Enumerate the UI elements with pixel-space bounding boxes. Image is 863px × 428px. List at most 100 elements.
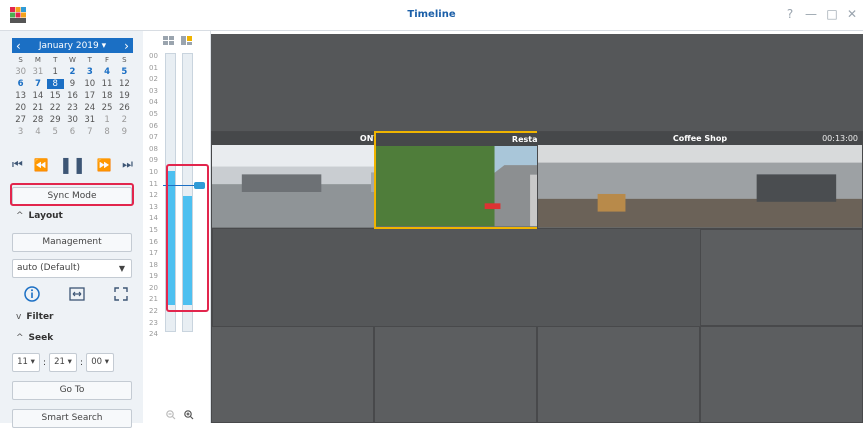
calendar-day[interactable]: 2	[116, 115, 133, 125]
calendar-day[interactable]: 25	[98, 103, 115, 113]
calendar-day[interactable]: 16	[64, 91, 81, 101]
calendar-day[interactable]: 21	[29, 103, 46, 113]
calendar-day[interactable]: 29	[47, 115, 64, 125]
left-panel: ‹ January 2019 ▾ › S M T W T F S 30 31 1 2 3 4 5 6 7 8 9 1…	[0, 31, 143, 428]
empty-camera-tile[interactable]	[374, 325, 537, 423]
filter-section-label: Filter	[26, 312, 54, 322]
close-button[interactable]: ✕	[845, 7, 859, 21]
rewind-icon[interactable]: ⏪	[33, 158, 48, 172]
camera-tile[interactable]: Coffee Shop 00:13:00	[537, 131, 863, 229]
empty-camera-tile[interactable]	[700, 228, 863, 326]
calendar-day[interactable]: 31	[81, 115, 98, 125]
calendar-day[interactable]: 26	[116, 103, 133, 113]
calendar-day[interactable]: 11	[98, 79, 115, 89]
maximize-button[interactable]: □	[825, 7, 839, 21]
hour-label: 18	[149, 260, 158, 269]
help-button[interactable]: ?	[783, 7, 797, 21]
calendar-day[interactable]: 6	[64, 127, 81, 137]
calendar-day[interactable]: 13	[12, 91, 29, 101]
next-month-button[interactable]: ›	[124, 39, 129, 53]
zoom-in-icon[interactable]	[184, 410, 194, 420]
previous-event-icon[interactable]: ⏮	[12, 157, 23, 172]
calendar-day[interactable]: 19	[116, 91, 133, 101]
calendar-day[interactable]: 2	[64, 67, 81, 77]
layout-section-label: Layout	[28, 211, 63, 221]
calendar-day[interactable]: 7	[29, 79, 46, 89]
zoom-out-icon[interactable]	[166, 410, 176, 420]
hour-label: 08	[149, 144, 158, 153]
highlight-timeline-range	[166, 164, 209, 312]
calendar-day[interactable]: 23	[64, 103, 81, 113]
calendar-day[interactable]: 17	[81, 91, 98, 101]
weekday-header: W	[69, 56, 76, 64]
calendar-day[interactable]: 6	[12, 79, 29, 89]
calendar-day[interactable]: 24	[81, 103, 98, 113]
title-bar: Timeline ? — □ ✕	[0, 0, 863, 31]
calendar-day[interactable]: 30	[64, 115, 81, 125]
layout-select[interactable]: auto (Default) ▼	[12, 259, 132, 278]
calendar-day[interactable]: 9	[116, 127, 133, 137]
calendar-day[interactable]: 1	[98, 115, 115, 125]
calendar-day[interactable]: 12	[116, 79, 133, 89]
calendar-day[interactable]: 10	[81, 79, 98, 89]
minute-select[interactable]: 21 ▾	[49, 353, 78, 372]
minimize-button[interactable]: —	[804, 7, 818, 21]
hour-label: 19	[149, 272, 158, 281]
calendar-day[interactable]: 20	[12, 103, 29, 113]
calendar-day[interactable]: 4	[98, 67, 115, 77]
empty-camera-tile[interactable]	[211, 325, 374, 423]
month-selector[interactable]: January 2019 ▾	[39, 41, 106, 51]
list-view-icon[interactable]	[181, 36, 193, 46]
calendar-day[interactable]: 18	[98, 91, 115, 101]
next-event-icon[interactable]: ⏭	[122, 157, 133, 172]
calendar-day[interactable]: 7	[81, 127, 98, 137]
grid-view-icon[interactable]	[163, 36, 175, 46]
hour-label: 16	[149, 237, 158, 246]
calendar-day[interactable]: 3	[12, 127, 29, 137]
calendar-day[interactable]: 22	[47, 103, 64, 113]
smart-search-button[interactable]: Smart Search	[12, 409, 132, 428]
calendar-day[interactable]: 8	[98, 127, 115, 137]
hour-select[interactable]: 11 ▾	[12, 353, 40, 372]
calendar-day[interactable]: 15	[47, 91, 64, 101]
hour-label: 09	[149, 156, 158, 165]
calendar-day[interactable]: 28	[29, 115, 46, 125]
calendar-day[interactable]: 3	[81, 67, 98, 77]
camera-feed[interactable]	[538, 145, 862, 228]
empty-camera-tile[interactable]	[537, 325, 700, 423]
calendar-day[interactable]: 31	[29, 67, 46, 77]
playback-controls: ⏮ ⏪ ❚❚ ⏩ ⏭	[12, 155, 133, 174]
calendar-day[interactable]: 4	[29, 127, 46, 137]
calendar-grid: S M T W T F S 30 31 1 2 3 4 5 6 7 8 9 10 11 12 13 14 15 16 17 18 19…	[12, 55, 133, 137]
calendar-day[interactable]: 27	[12, 115, 29, 125]
pause-icon[interactable]: ❚❚	[59, 155, 86, 174]
management-button[interactable]: Management	[12, 233, 132, 252]
calendar-day[interactable]: 30	[12, 67, 29, 77]
hour-label: 01	[149, 63, 158, 72]
filter-section-header[interactable]: v Filter	[16, 312, 54, 322]
weekday-header: T	[53, 56, 58, 64]
second-select[interactable]: 00 ▾	[86, 353, 115, 372]
calendar-day[interactable]: 8	[46, 79, 64, 89]
empty-camera-tile[interactable]	[700, 325, 863, 423]
camera-name: Coffee Shop	[672, 134, 728, 144]
calendar-day[interactable]: 14	[29, 91, 46, 101]
fit-width-icon[interactable]	[69, 287, 85, 301]
hour-label: 05	[149, 109, 158, 118]
calendar-day[interactable]: 5	[47, 127, 64, 137]
fullscreen-icon[interactable]	[114, 287, 128, 301]
go-to-button[interactable]: Go To	[12, 381, 132, 400]
calendar-day[interactable]: 5	[116, 67, 133, 77]
calendar-day[interactable]: 1	[47, 67, 64, 77]
info-icon[interactable]	[24, 286, 40, 302]
fast-forward-icon[interactable]: ⏩	[97, 158, 112, 172]
hour-label: 21	[149, 295, 158, 304]
prev-month-button[interactable]: ‹	[16, 39, 21, 53]
weekday-header: S	[18, 56, 23, 64]
chevron-up-icon: ^	[16, 333, 24, 343]
layout-section-header[interactable]: ^ Layout	[16, 211, 63, 221]
hour-label: 12	[149, 191, 158, 200]
hour-scale: 00 01 02 03 04 05 06 07 08 09 10 11 12 13 14 15 16 17 18 19…	[149, 51, 163, 341]
seek-section-header[interactable]: ^ Seek	[16, 333, 53, 343]
calendar-day[interactable]: 9	[64, 79, 81, 89]
